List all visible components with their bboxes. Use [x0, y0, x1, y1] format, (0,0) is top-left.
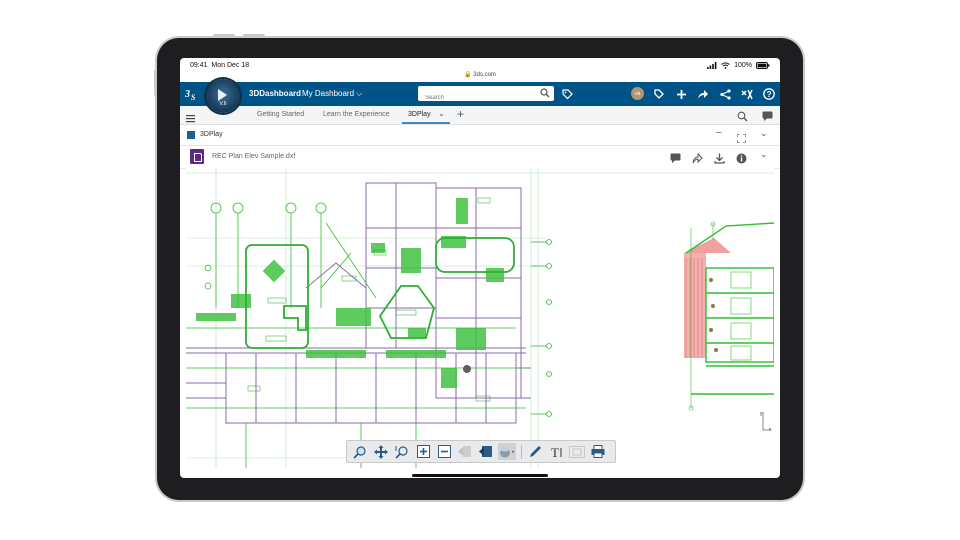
add-icon[interactable]: [674, 87, 688, 101]
zoom-out-icon[interactable]: [435, 443, 453, 460]
search-user-icon[interactable]: [737, 109, 748, 127]
tools-icon[interactable]: [740, 87, 754, 101]
status-time-date: 09:41 Mon Dec 18: [190, 62, 249, 69]
ds-logo-icon[interactable]: 3S: [184, 86, 202, 102]
document-title: REC Plan Elev Sample.dxf: [212, 153, 296, 160]
status-date: Mon Dec 18: [211, 62, 250, 69]
tag-icon[interactable]: [560, 87, 574, 101]
brand-label[interactable]: 3DDashboard: [249, 89, 301, 98]
zoom-window-icon[interactable]: [393, 443, 411, 460]
status-time: 09:41: [190, 62, 208, 69]
tab-getting-started[interactable]: Getting Started: [257, 111, 304, 118]
home-indicator: [412, 474, 548, 477]
zoom-icon[interactable]: [351, 443, 369, 460]
url-text: 3ds.com: [473, 72, 496, 78]
notification-tag-icon[interactable]: [651, 87, 665, 101]
compass-icon[interactable]: V.6: [206, 79, 240, 113]
comment-icon[interactable]: [670, 151, 681, 169]
tab-learn-the-experience[interactable]: Learn the Experience: [323, 111, 390, 118]
separator: [519, 443, 523, 460]
annotation-lines: [186, 202, 552, 468]
cad-drawing: y x: [186, 168, 774, 468]
elevation-view: y x: [684, 221, 774, 433]
3dplay-app-icon: [187, 131, 195, 139]
axis-y-label: y: [760, 411, 763, 417]
wifi-icon: [721, 62, 730, 69]
search-input[interactable]: [423, 90, 537, 106]
measure-icon[interactable]: [568, 443, 586, 460]
avatar-initials: VB: [634, 91, 641, 96]
download-icon[interactable]: [714, 151, 725, 169]
cad-viewer-canvas[interactable]: y x: [186, 168, 774, 468]
markup-pen-icon[interactable]: [526, 443, 544, 460]
chat-icon[interactable]: [762, 109, 773, 127]
battery-icon: [756, 62, 770, 69]
previous-view-icon[interactable]: [456, 443, 474, 460]
share-arrow-icon[interactable]: [696, 87, 710, 101]
render-mode-icon[interactable]: [498, 443, 516, 460]
power-button: [243, 34, 265, 38]
active-tab-indicator: [402, 122, 450, 124]
side-button: [154, 70, 157, 96]
dashboard-dropdown[interactable]: My Dashboard ⌵: [302, 89, 362, 99]
viewer-toolbar: T: [346, 440, 616, 463]
text-tool-icon[interactable]: T: [547, 443, 565, 460]
add-tab-icon[interactable]: +: [457, 107, 464, 121]
svg-text:S: S: [191, 93, 196, 102]
zoom-in-icon[interactable]: [414, 443, 432, 460]
pan-icon[interactable]: [372, 443, 390, 460]
app-chevron-down-icon[interactable]: ⌄: [760, 128, 768, 139]
url-bar[interactable]: 🔒 3ds.com: [180, 71, 780, 80]
document-icon: [190, 149, 204, 164]
document-chevron-down-icon[interactable]: ⌄: [760, 149, 768, 160]
share-icon[interactable]: [692, 151, 703, 169]
app-header: 3DPlay – ⌄: [180, 126, 780, 146]
compass-version: V.6: [219, 101, 227, 107]
hatched-areas: [196, 198, 504, 388]
chevron-down-icon: ⌵: [356, 89, 363, 98]
axis-x-label: x: [769, 427, 772, 433]
help-icon[interactable]: ?: [762, 87, 776, 101]
play-icon: [218, 89, 227, 101]
tab-chevron-down-icon[interactable]: ⌄: [438, 109, 445, 118]
tab-3dplay[interactable]: 3DPlay: [408, 111, 431, 118]
search-icon[interactable]: [540, 88, 550, 98]
tab-bar: Getting Started Learn the Experience 3DP…: [180, 106, 780, 125]
network-icon[interactable]: [718, 87, 732, 101]
app-title: 3DPlay: [200, 131, 223, 138]
top-bar: 3S V.6 3DDashboard My Dashboard ⌵ VB ?: [180, 79, 780, 113]
dashboard-label: My Dashboard: [302, 89, 355, 98]
search-box: [418, 86, 554, 106]
battery-percent: 100%: [734, 62, 752, 69]
volume-button: [213, 34, 235, 38]
ipad-screen: 09:41 Mon Dec 18 100% 🔒 3ds.com 3S V.6 3…: [180, 58, 780, 478]
print-icon[interactable]: [589, 443, 607, 460]
lock-icon: 🔒: [464, 72, 472, 78]
avatar[interactable]: VB: [631, 87, 644, 100]
svg-text:?: ?: [767, 90, 772, 99]
info-icon[interactable]: [736, 151, 747, 169]
marker-dot: [463, 365, 471, 373]
document-header: REC Plan Elev Sample.dxf ⌄: [180, 146, 780, 169]
status-right: 100%: [707, 62, 770, 69]
signal-icon: [707, 62, 717, 69]
svg-text:3: 3: [184, 89, 190, 100]
minimize-icon[interactable]: –: [716, 127, 722, 138]
fit-all-icon[interactable]: [477, 443, 495, 460]
svg-text:T: T: [551, 445, 559, 459]
